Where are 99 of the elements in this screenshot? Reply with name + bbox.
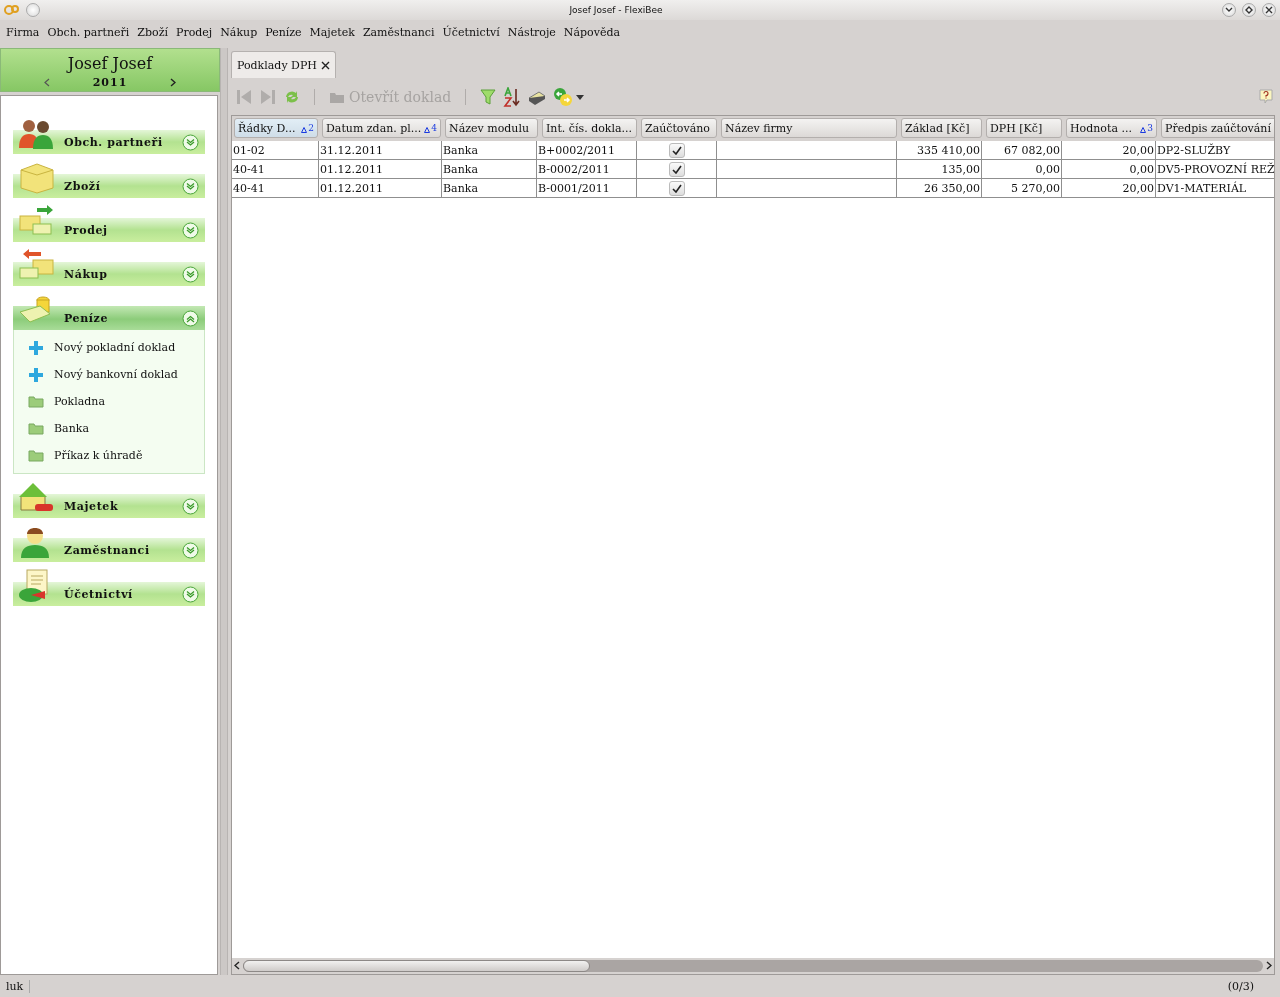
sort-ascending-icon: [424, 127, 431, 133]
table-cell-text: B-0002/2011: [538, 161, 610, 178]
expand-icon: [182, 497, 199, 515]
table-cell-text: 20,00: [1122, 180, 1154, 197]
table-cell-text: 40-41: [233, 180, 265, 197]
table-cell-text: 67 082,00: [1004, 142, 1060, 159]
window-title: Josef Josef - FlexiBee: [568, 5, 664, 15]
table-cell-text: 5 270,00: [1011, 180, 1060, 197]
item-label: Nový bankovní doklad: [54, 368, 178, 381]
menu-item[interactable]: Účetnictví: [438, 26, 504, 39]
maximize-button[interactable]: [1242, 3, 1256, 17]
next-year-button[interactable]: [170, 78, 177, 87]
table-cell-text: DV5-PROVOZNÍ REŽ: [1157, 161, 1274, 178]
table-cell-text: 135,00: [941, 161, 980, 178]
column-header[interactable]: Název firmy: [721, 118, 897, 138]
column-header[interactable]: Řádky D... 2: [234, 118, 318, 138]
sort-button[interactable]: [502, 86, 523, 108]
folder-icon: [28, 395, 44, 408]
sidebar-item[interactable]: Příkaz k úhradě: [14, 442, 204, 469]
plus-icon: [28, 366, 44, 383]
table-cell-text: 26 350,00: [924, 180, 980, 197]
item-label: Příkaz k úhradě: [54, 449, 143, 462]
expand-icon: [182, 177, 199, 195]
item-label: Pokladna: [54, 395, 105, 408]
scrollbar-thumb[interactable]: [243, 960, 590, 972]
record-count: (0/3): [1227, 979, 1254, 993]
close-icon: [1265, 6, 1273, 14]
column-header[interactable]: Int. čís. dokla...: [542, 118, 637, 138]
splitter-handle[interactable]: [220, 48, 228, 975]
item-label: Nový pokladní doklad: [54, 341, 176, 354]
sort-ascending-icon: [1140, 127, 1147, 133]
menu-item[interactable]: Nástroje: [503, 26, 560, 39]
sort-ascending-icon: [301, 127, 308, 133]
expand-icon: [182, 585, 199, 603]
help-button[interactable]: [1258, 88, 1274, 106]
table-cell-text: Banka: [443, 180, 478, 197]
menu-item[interactable]: Peníze: [261, 26, 306, 39]
column-header[interactable]: Název modulu: [445, 118, 538, 138]
checkbox[interactable]: [668, 161, 685, 177]
expand-icon: [182, 541, 199, 559]
table-cell-text: 20,00: [1122, 142, 1154, 159]
company-name: Josef Josef: [65, 55, 154, 72]
sidebar-item[interactable]: Pokladna: [14, 388, 204, 415]
column-header[interactable]: Předpis zaúčtování: [1161, 118, 1274, 138]
diamond-icon: [1245, 6, 1253, 14]
table-cell-text: 0,00: [1035, 161, 1060, 178]
menu-item[interactable]: Zaměstnanci: [358, 26, 439, 39]
column-header[interactable]: Základ [Kč]: [901, 118, 982, 138]
table-cell-text: B+0002/2011: [538, 142, 615, 159]
sidebar-item[interactable]: Banka: [14, 415, 204, 442]
table-cell-text: 335 410,00: [917, 142, 980, 159]
menu-item[interactable]: Nákup: [216, 26, 262, 39]
table-cell-text: DP2-SLUŽBY: [1157, 142, 1231, 159]
sort-order: 2: [308, 123, 314, 133]
expand-icon: [182, 265, 199, 283]
column-header[interactable]: Zaúčtováno: [641, 118, 717, 138]
column-header[interactable]: DPH [Kč]: [986, 118, 1062, 138]
table-cell-text: 40-41: [233, 161, 265, 178]
menu-item[interactable]: Firma: [2, 26, 44, 39]
menu-item[interactable]: Majetek: [305, 26, 359, 39]
table-cell-text: B-0001/2011: [538, 180, 610, 197]
sidebar-item[interactable]: Nový bankovní doklad: [14, 361, 204, 388]
table-cell-text: Banka: [443, 142, 478, 159]
status-user: luk: [6, 979, 31, 993]
expand-icon: [182, 221, 199, 239]
column-header[interactable]: Hodnota ... 3: [1066, 118, 1157, 138]
close-button[interactable]: [1262, 3, 1276, 17]
document-tab[interactable]: Podklady DPH: [231, 51, 336, 78]
table-cell-text: 01.12.2011: [320, 180, 383, 197]
sort-order: 4: [431, 123, 437, 133]
column-header[interactable]: Datum zdan. pl... 4: [322, 118, 441, 138]
checkbox[interactable]: [668, 180, 685, 196]
collapse-icon: [182, 309, 199, 327]
item-label: Banka: [54, 422, 89, 435]
folder-icon: [329, 90, 345, 104]
previous-year-button[interactable]: [43, 78, 50, 87]
app-logo-icon: [4, 4, 20, 16]
table-cell-text: 01-02: [233, 142, 265, 159]
table-cell-text: 0,00: [1129, 161, 1154, 178]
checkbox[interactable]: [668, 142, 685, 158]
box-icon: [17, 160, 57, 196]
menu-item[interactable]: Nápověda: [559, 26, 625, 39]
year-label: 2011: [92, 76, 128, 89]
plus-icon: [28, 339, 44, 356]
menu-item[interactable]: Prodej: [172, 26, 217, 39]
folder-icon: [28, 422, 44, 435]
close-icon[interactable]: [320, 60, 330, 70]
sort-order: 3: [1147, 123, 1153, 133]
menu-item[interactable]: Zboží: [133, 26, 172, 39]
expand-icon: [182, 133, 199, 151]
table-cell-text: 01.12.2011: [320, 161, 383, 178]
sidebar-item[interactable]: Nový pokladní doklad: [14, 334, 204, 361]
caret-icon: [1225, 7, 1233, 13]
table-cell-text: DV1-MATERIÁL: [1157, 180, 1247, 197]
table-cell-text: Banka: [443, 161, 478, 178]
folder-icon: [28, 449, 44, 462]
table-cell-text: 31.12.2011: [320, 142, 383, 159]
menu-item[interactable]: Obch. partneři: [43, 26, 134, 39]
minimize-button[interactable]: [1222, 3, 1236, 17]
